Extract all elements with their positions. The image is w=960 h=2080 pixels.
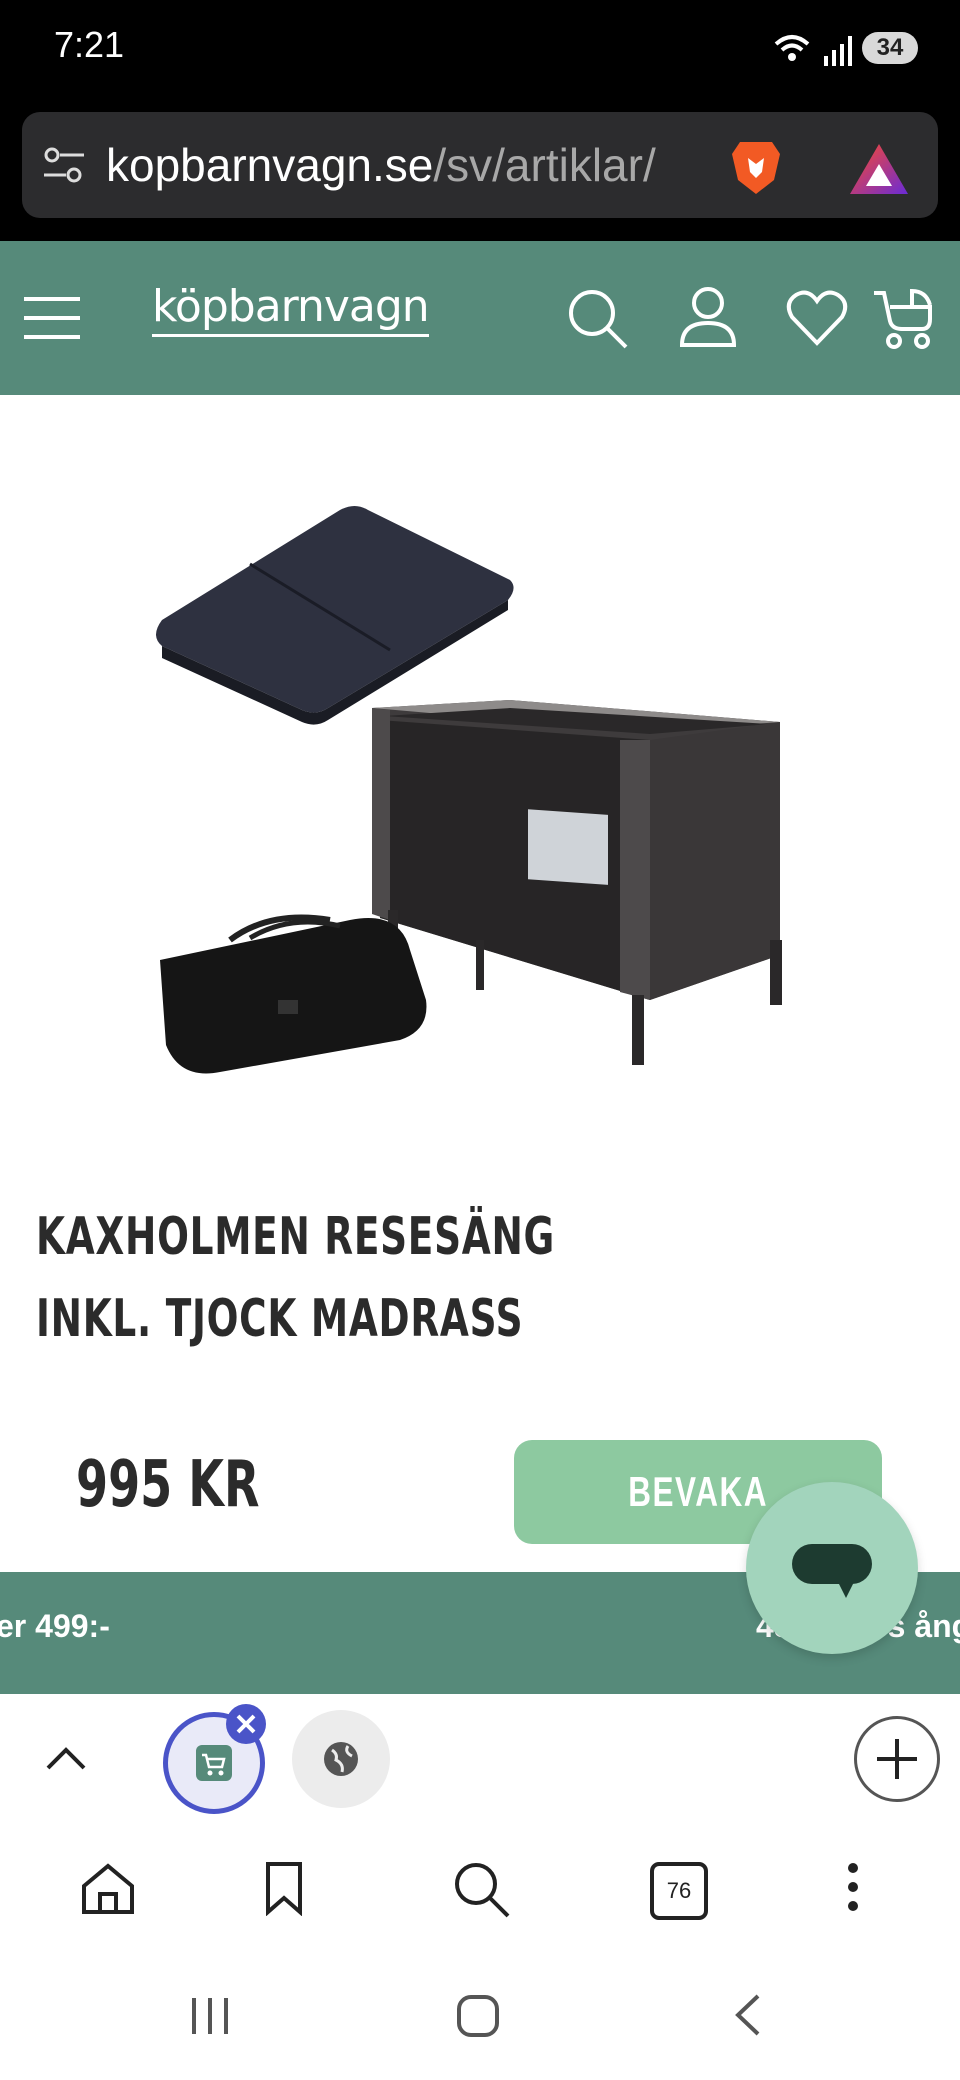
product-title: KAXHOLMEN RESESÄNG INKL. TJOCK MADRASS — [36, 1207, 555, 1349]
chat-button[interactable] — [746, 1482, 918, 1654]
inactive-tab[interactable] — [292, 1710, 390, 1808]
battery-indicator: 34 — [862, 32, 918, 64]
site-settings-icon[interactable] — [42, 145, 86, 189]
search-icon[interactable] — [566, 287, 630, 355]
chat-bubble-icon — [792, 1544, 872, 1598]
tab-favicon — [196, 1745, 232, 1781]
browser-bottom-bar: 76 — [0, 1830, 960, 1956]
new-tab-button[interactable] — [854, 1716, 940, 1802]
search-icon[interactable] — [452, 1860, 512, 1924]
brave-rewards-icon[interactable] — [848, 142, 910, 200]
back-icon[interactable] — [732, 1992, 762, 2042]
travel-cot-illustration — [372, 700, 782, 1065]
product-price: 995 KR — [76, 1448, 260, 1522]
signal-icons — [772, 30, 852, 74]
chevron-up-icon[interactable] — [44, 1744, 88, 1776]
account-icon[interactable] — [678, 285, 738, 353]
plus-icon — [877, 1739, 917, 1779]
home-icon[interactable] — [80, 1862, 136, 1920]
url-path: /sv/artiklar/ — [433, 139, 656, 191]
close-tab-icon[interactable] — [226, 1704, 266, 1744]
product-image[interactable] — [110, 440, 830, 1080]
recent-apps-icon[interactable] — [190, 1996, 230, 2040]
tab-strip — [0, 1694, 960, 1830]
site-logo[interactable]: köpbarnvagn — [152, 281, 430, 337]
system-navigation-bar — [0, 1956, 960, 2080]
browser-toolbar: kopbarnvagn.se/sv/artiklar/ — [0, 110, 960, 241]
globe-icon — [324, 1742, 358, 1776]
status-time: 7:21 — [54, 24, 125, 65]
mattress-illustration — [156, 506, 514, 725]
url-text[interactable]: kopbarnvagn.se/sv/artiklar/ — [106, 138, 726, 192]
bookmark-icon[interactable] — [264, 1860, 304, 1920]
brave-shields-icon[interactable] — [726, 136, 786, 200]
promo-text-left: er 499:- — [0, 1608, 110, 1644]
tab-count-button[interactable]: 76 — [650, 1862, 708, 1920]
address-bar[interactable]: kopbarnvagn.se/sv/artiklar/ — [22, 112, 938, 218]
carry-bag-illustration — [160, 914, 427, 1074]
cart-stroller-icon[interactable] — [870, 285, 936, 355]
site-header: köpbarnvagn — [0, 241, 960, 395]
url-host: kopbarnvagn.se — [106, 139, 434, 191]
home-button-icon[interactable] — [456, 1994, 500, 2042]
status-bar: 7:21 34 — [0, 0, 960, 110]
more-options-icon[interactable] — [846, 1862, 860, 1916]
wishlist-heart-icon[interactable] — [786, 289, 848, 351]
menu-icon[interactable] — [24, 295, 80, 345]
